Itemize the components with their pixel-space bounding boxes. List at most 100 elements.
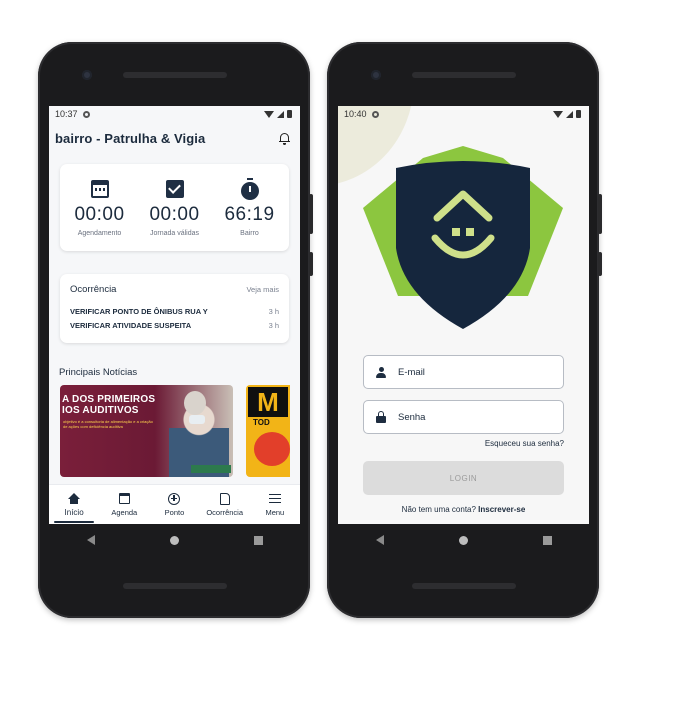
forgot-password-link[interactable]: Esqueceu sua senha? bbox=[363, 439, 564, 448]
home-screen: 10:37 bairro - Patrulha & Vigia 00:00 Ag… bbox=[49, 106, 300, 524]
signal-icon bbox=[566, 110, 573, 118]
checkbox-icon bbox=[165, 180, 184, 198]
recents-icon[interactable] bbox=[542, 535, 552, 545]
status-bar: 10:37 bbox=[49, 106, 300, 122]
news-headline: A DOS PRIMEIROS IOS AUDITIVOS bbox=[62, 394, 156, 416]
document-icon bbox=[219, 492, 230, 505]
password-field[interactable] bbox=[363, 400, 564, 434]
page-title: bairro - Patrulha & Vigia bbox=[55, 130, 206, 146]
login-screen: 10:40 E-mail Esqueceu sua senha? LOGIN N… bbox=[338, 106, 589, 524]
login-form: Esqueceu sua senha? LOGIN bbox=[363, 355, 564, 495]
plus-circle-icon bbox=[168, 492, 181, 505]
signup-prompt: Não tem uma conta? Inscrever-se bbox=[338, 505, 589, 514]
login-button[interactable]: LOGIN bbox=[363, 461, 564, 495]
lock-icon bbox=[376, 411, 386, 423]
volume-button bbox=[309, 194, 313, 234]
news-card[interactable]: A DOS PRIMEIROS IOS AUDITIVOS objetivo é… bbox=[60, 385, 233, 477]
tab-agenda[interactable]: Agenda bbox=[100, 492, 148, 524]
news-card[interactable]: M TOD bbox=[246, 385, 290, 477]
home-circle-icon[interactable] bbox=[458, 535, 468, 545]
power-button bbox=[309, 252, 313, 276]
signal-icon bbox=[277, 110, 284, 118]
system-navbar bbox=[49, 524, 300, 556]
stat-label: Jornada válidas bbox=[149, 230, 200, 237]
news-section-title: Principais Notícias bbox=[59, 367, 138, 378]
status-time: 10:37 bbox=[55, 109, 78, 119]
stats-card: 00:00 Agendamento 00:00 Jornada válidas … bbox=[60, 164, 289, 251]
news-small-text: TOD bbox=[253, 418, 270, 427]
tab-label: Menu bbox=[265, 508, 285, 517]
user-icon bbox=[376, 366, 386, 378]
tab-menu[interactable]: Menu bbox=[251, 492, 299, 524]
recents-icon[interactable] bbox=[253, 535, 263, 545]
shield-logo-icon bbox=[363, 146, 563, 329]
occurrence-text: VERIFICAR PONTO DE ÔNIBUS RUA Y bbox=[70, 307, 208, 316]
stat-value: 00:00 bbox=[74, 204, 125, 225]
bottom-speaker bbox=[412, 583, 516, 589]
timer-icon bbox=[240, 177, 259, 200]
phone-login: 10:40 E-mail Esqueceu sua senha? LOGIN N… bbox=[327, 42, 602, 618]
news-carousel[interactable]: A DOS PRIMEIROS IOS AUDITIVOS objetivo é… bbox=[49, 385, 300, 477]
system-navbar bbox=[338, 524, 589, 556]
see-more-link[interactable]: Veja mais bbox=[246, 285, 279, 294]
bottom-speaker bbox=[123, 583, 227, 589]
back-icon[interactable] bbox=[86, 535, 95, 545]
news-photo-tags bbox=[191, 465, 231, 473]
volume-button bbox=[598, 194, 602, 234]
tab-label: Ponto bbox=[164, 508, 185, 517]
stat-value: 66:19 bbox=[224, 204, 275, 225]
tab-label: Agenda bbox=[111, 508, 138, 517]
stat-label: Bairro bbox=[240, 230, 259, 237]
stat-label: Agendamento bbox=[77, 230, 122, 237]
occurrence-time: 3 h bbox=[268, 321, 279, 330]
news-big-letter: M bbox=[248, 387, 288, 417]
stat-bairro[interactable]: 66:19 Bairro bbox=[215, 177, 285, 237]
email-input[interactable] bbox=[398, 366, 548, 378]
home-circle-icon[interactable] bbox=[169, 535, 179, 545]
password-input[interactable] bbox=[398, 411, 548, 423]
no-account-text: Não tem uma conta? bbox=[401, 505, 479, 514]
signup-link[interactable]: Inscrever-se bbox=[478, 505, 525, 514]
news-photo-head bbox=[184, 391, 206, 415]
earpiece-speaker bbox=[412, 72, 516, 78]
stat-jornada[interactable]: 00:00 Jornada válidas bbox=[140, 178, 210, 237]
tab-label: Início bbox=[64, 508, 84, 517]
email-field[interactable] bbox=[363, 355, 564, 389]
shield-navy-front bbox=[396, 161, 530, 329]
app-bar: bairro - Patrulha & Vigia bbox=[49, 122, 300, 154]
gear-icon bbox=[82, 110, 90, 118]
calendar-icon bbox=[90, 180, 109, 198]
tab-ponto[interactable]: Ponto bbox=[150, 492, 198, 524]
front-camera bbox=[82, 70, 92, 80]
status-time: 10:40 bbox=[344, 109, 367, 119]
gear-icon bbox=[371, 110, 379, 118]
list-item[interactable]: VERIFICAR PONTO DE ÔNIBUS RUA Y 3 h bbox=[70, 307, 279, 316]
earpiece-speaker bbox=[123, 72, 227, 78]
status-bar: 10:40 bbox=[338, 106, 589, 122]
tab-ocorrencia[interactable]: Ocorrência bbox=[201, 492, 249, 524]
occurrences-title: Ocorrência bbox=[70, 284, 117, 295]
occurrences-card: Ocorrência Veja mais VERIFICAR PONTO DE … bbox=[60, 274, 289, 343]
tab-inicio[interactable]: Início bbox=[50, 492, 98, 524]
phone-home: 10:37 bairro - Patrulha & Vigia 00:00 Ag… bbox=[38, 42, 313, 618]
wifi-icon bbox=[264, 110, 274, 118]
bottom-navigation: Início Agenda Ponto Ocorrência Menu bbox=[49, 484, 300, 524]
news-subtext: objetivo é a consultoria de alimentação … bbox=[63, 419, 153, 429]
news-photo bbox=[254, 432, 290, 466]
wifi-icon bbox=[553, 110, 563, 118]
home-icon bbox=[68, 492, 81, 504]
battery-icon bbox=[287, 110, 292, 118]
news-photo-mask bbox=[189, 415, 205, 424]
menu-icon bbox=[268, 494, 281, 503]
occurrence-time: 3 h bbox=[268, 307, 279, 316]
bell-icon[interactable] bbox=[279, 132, 290, 145]
battery-icon bbox=[576, 110, 581, 118]
front-camera bbox=[371, 70, 381, 80]
back-icon[interactable] bbox=[375, 535, 384, 545]
list-item[interactable]: VERIFICAR ATIVIDADE SUSPEITA 3 h bbox=[70, 321, 279, 330]
occurrence-text: VERIFICAR ATIVIDADE SUSPEITA bbox=[70, 321, 192, 330]
power-button bbox=[598, 252, 602, 276]
stat-value: 00:00 bbox=[149, 204, 200, 225]
stat-agendamento[interactable]: 00:00 Agendamento bbox=[65, 178, 135, 237]
tab-label: Ocorrência bbox=[206, 508, 243, 517]
